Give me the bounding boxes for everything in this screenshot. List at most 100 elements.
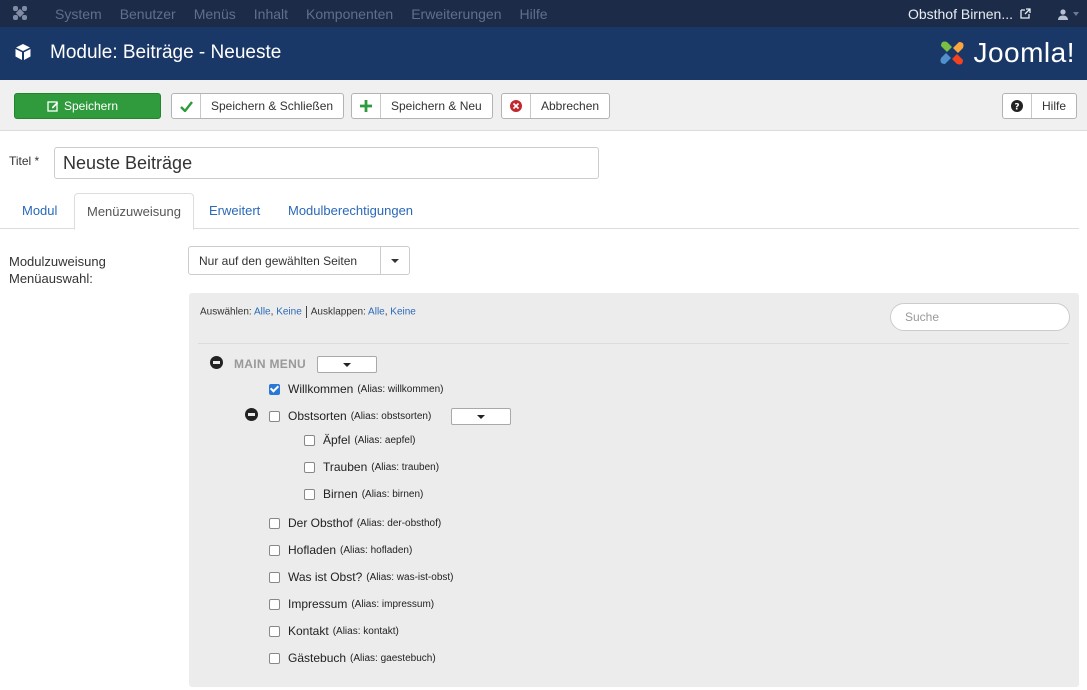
tab-menu-assignment[interactable]: Menüzuweisung (74, 193, 194, 230)
select-all-link[interactable]: Alle (254, 307, 271, 318)
assignment-select[interactable]: Nur auf den gewählten Seiten (188, 246, 410, 275)
item-label: Hofladen (288, 543, 337, 557)
expand-label: Ausklappen: (310, 306, 366, 318)
tree-item-impressum[interactable]: Impressum (Alias: impressum) (269, 597, 434, 611)
save-close-button[interactable]: Speichern & Schließen (171, 93, 345, 119)
collapse-icon[interactable] (245, 408, 258, 421)
external-link-icon[interactable] (1020, 8, 1031, 19)
user-icon[interactable] (1057, 8, 1069, 20)
item-alias: (Alias: birnen) (361, 488, 424, 500)
checkbox[interactable] (269, 625, 280, 637)
item-label: Was ist Obst? (288, 570, 363, 584)
help-button[interactable]: ? Hilfe (1002, 93, 1078, 119)
checkbox[interactable] (269, 544, 280, 556)
joomla-logo-icon (940, 41, 964, 65)
divider (198, 343, 1069, 344)
menu-select-label: Menüauswahl: (9, 271, 93, 286)
site-link[interactable]: Obsthof Birnen... (908, 6, 1013, 22)
tree-item-birnen[interactable]: Birnen (Alias: birnen) (304, 487, 423, 501)
chevron-down-icon (343, 362, 351, 367)
assignment-value: Nur auf den gewählten Seiten (199, 253, 358, 268)
item-alias: (Alias: gaestebuch) (350, 652, 436, 664)
item-label: Gästebuch (288, 651, 347, 665)
tree-item-hofladen[interactable]: Hofladen (Alias: hofladen) (269, 543, 412, 557)
tree-actions: Auswählen: Alle, Keine Ausklappen: Alle, … (200, 306, 416, 318)
page-title: Module: Beiträge - Neueste (50, 42, 282, 63)
menu-tree-panel: Auswählen: Alle, Keine Ausklappen: Alle, … (189, 293, 1079, 687)
item-label: Kontakt (288, 624, 329, 638)
tab-bar: Modul Menüzuweisung Erweitert Modulberec… (0, 193, 1079, 230)
cancel-label: Abbrechen (541, 99, 600, 113)
tree-item-trauben[interactable]: Trauben (Alias: trauben) (304, 460, 439, 474)
cancel-icon (502, 94, 531, 118)
item-alias: (Alias: obstsorten) (350, 410, 432, 422)
item-alias: (Alias: willkommen) (357, 383, 444, 395)
item-label: Trauben (323, 460, 368, 474)
top-navbar: System Benutzer Menüs Inhalt Komponenten… (0, 0, 1087, 27)
item-alias: (Alias: kontakt) (332, 625, 399, 637)
tree-item-was-ist-obst[interactable]: Was ist Obst? (Alias: was-ist-obst) (269, 570, 454, 584)
tree-item-der-obsthof[interactable]: Der Obsthof (Alias: der-obsthof) (269, 516, 441, 530)
menu-title: MAIN MENU (234, 357, 307, 371)
checkbox[interactable] (269, 383, 280, 395)
menu-extensions[interactable]: Erweiterungen (411, 6, 501, 22)
submenu-options-dropdown[interactable] (451, 408, 511, 425)
checkbox[interactable] (304, 434, 315, 446)
title-label: Titel * (9, 154, 40, 168)
checkbox[interactable] (304, 488, 315, 500)
toolbar: Speichern Speichern & Schließen Speicher… (0, 80, 1087, 131)
checkbox[interactable] (269, 652, 280, 664)
save-new-label: Speichern & Neu (391, 99, 482, 113)
chevron-down-icon[interactable] (380, 247, 409, 274)
menu-menus[interactable]: Menüs (194, 6, 236, 22)
tab-advanced[interactable]: Erweitert (209, 193, 260, 229)
search-input[interactable]: Suche (890, 303, 1070, 331)
item-alias: (Alias: impressum) (351, 598, 435, 610)
menu-help[interactable]: Hilfe (519, 6, 547, 22)
menu-users[interactable]: Benutzer (120, 6, 176, 22)
user-caret-icon[interactable] (1073, 11, 1079, 16)
plus-icon (352, 94, 381, 118)
item-label: Obstsorten (288, 409, 347, 423)
item-alias: (Alias: der-obsthof) (356, 517, 442, 529)
item-alias: (Alias: trauben) (371, 461, 440, 473)
item-alias: (Alias: aepfel) (354, 434, 416, 446)
tree-item-obstsorten[interactable]: Obstsorten (Alias: obstsorten) (269, 409, 431, 423)
menu-system[interactable]: System (55, 6, 102, 22)
save-button[interactable]: Speichern (14, 93, 161, 119)
check-icon (172, 94, 201, 118)
page-header: Module: Beiträge - Neueste Joomla! (0, 27, 1087, 80)
title-input[interactable]: Neuste Beiträge (54, 147, 599, 179)
checkbox[interactable] (269, 598, 280, 610)
checkbox[interactable] (269, 410, 280, 422)
edit-icon (47, 101, 59, 112)
svg-text:?: ? (1014, 103, 1019, 113)
joomla-logo: Joomla! (935, 36, 1075, 70)
checkbox[interactable] (269, 517, 280, 529)
admin-menu: System Benutzer Menüs Inhalt Komponenten… (55, 0, 566, 27)
tab-permissions[interactable]: Modulberechtigungen (288, 193, 413, 229)
save-close-label: Speichern & Schließen (211, 99, 334, 113)
item-label: Willkommen (288, 382, 354, 396)
checkbox[interactable] (304, 461, 315, 473)
tree-item-gaestebuch[interactable]: Gästebuch (Alias: gaestebuch) (269, 651, 436, 665)
menu-content[interactable]: Inhalt (254, 6, 288, 22)
collapse-icon[interactable] (210, 356, 223, 369)
tab-module[interactable]: Modul (22, 193, 57, 229)
menu-components[interactable]: Komponenten (306, 6, 393, 22)
select-none-link[interactable]: Keine (276, 307, 302, 318)
menu-options-dropdown[interactable] (317, 356, 377, 373)
tree-item-willkommen[interactable]: Willkommen (Alias: willkommen) (269, 382, 443, 396)
cancel-button[interactable]: Abbrechen (501, 93, 611, 119)
help-label: Hilfe (1042, 99, 1067, 113)
navbar-right: Obsthof Birnen... (908, 0, 1079, 27)
expand-none-link[interactable]: Keine (390, 307, 416, 318)
joomla-icon[interactable] (11, 4, 29, 22)
save-new-button[interactable]: Speichern & Neu (351, 93, 493, 119)
tree-item-aepfel[interactable]: Äpfel (Alias: aepfel) (304, 433, 416, 447)
tree-item-kontakt[interactable]: Kontakt (Alias: kontakt) (269, 624, 399, 638)
expand-all-link[interactable]: Alle (368, 307, 385, 318)
item-label: Birnen (323, 487, 358, 501)
checkbox[interactable] (269, 571, 280, 583)
assignment-label: Modulzuweisung (9, 254, 106, 269)
